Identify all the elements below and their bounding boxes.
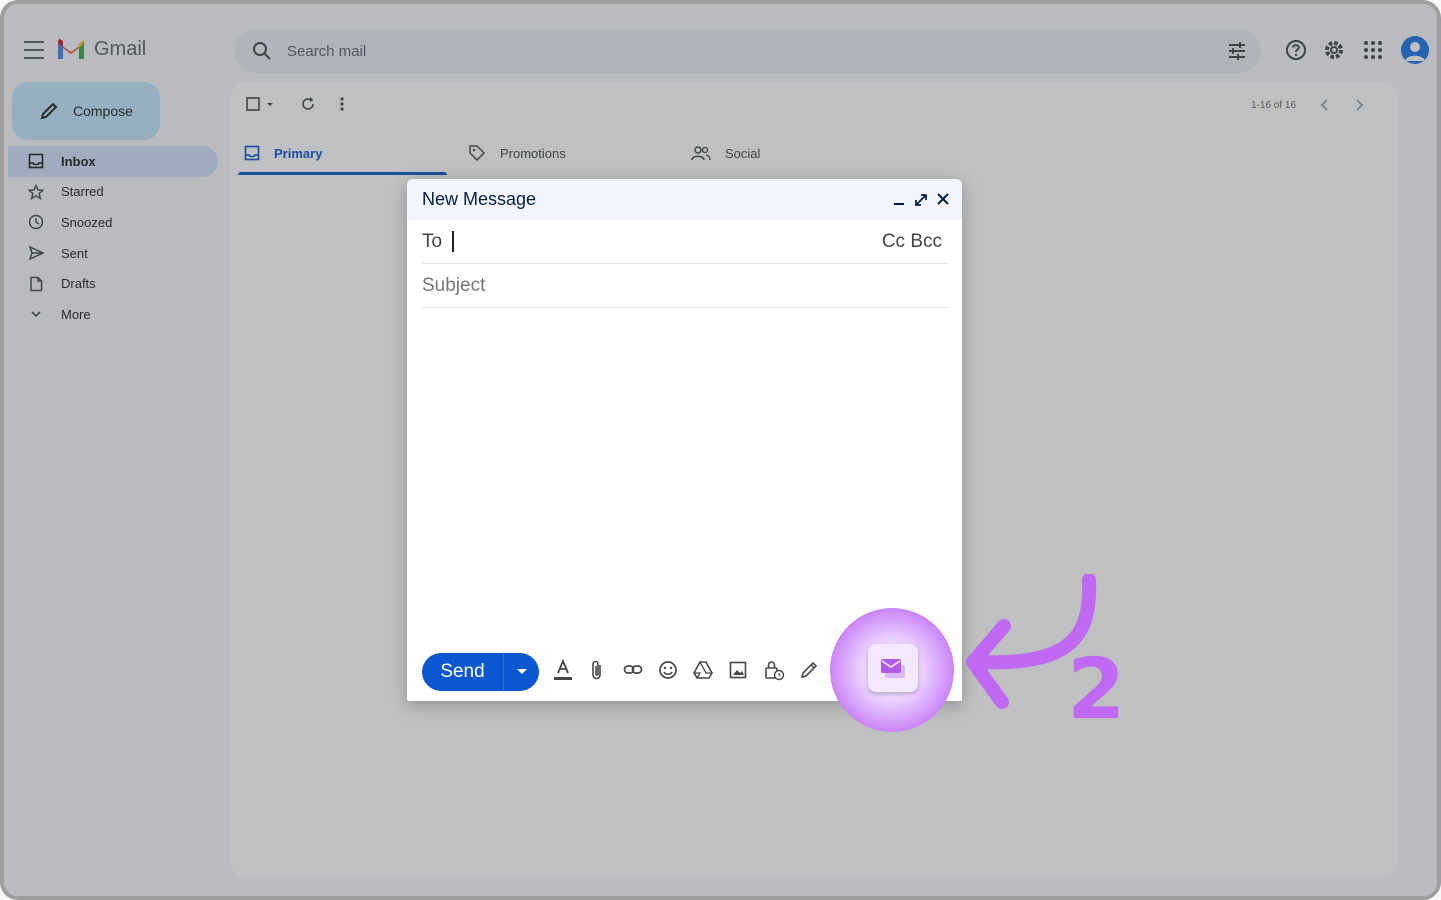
search-options-icon[interactable] [1227,41,1247,61]
chevron-down-icon [28,306,44,322]
sidebar-item-label: Drafts [61,276,96,292]
send-button[interactable]: Send [422,653,503,691]
gmail-logo[interactable]: Gmail [56,37,146,61]
confidential-mode-icon[interactable] [763,659,785,681]
tab-label: Promotions [500,145,566,161]
search-icon[interactable] [252,41,272,61]
star-icon [28,183,44,200]
envelope-stack-icon [881,659,905,678]
send-button-group: Send [422,653,539,691]
sidebar-item-label: Inbox [61,153,96,169]
to-label: To [422,230,443,252]
next-page-icon[interactable] [1352,98,1366,112]
inbox-icon [244,145,260,161]
help-icon[interactable] [1285,39,1307,61]
annotation-arrow-icon: 2 [966,574,1125,724]
compose-button[interactable]: Compose [12,82,160,140]
apps-grid-icon[interactable] [1362,39,1384,61]
active-tab-indicator [238,172,447,175]
cc-bcc-link[interactable]: Cc Bcc [882,231,942,253]
insert-link-icon[interactable] [623,659,643,681]
tab-label: Primary [274,145,323,161]
message-body[interactable] [422,309,948,639]
sidebar-item-starred[interactable]: Starred [8,177,218,208]
sidebar-nav: Inbox Starred Snoozed Sent Drafts More [8,146,218,330]
tab-promotions[interactable]: Promotions [468,132,566,174]
mail-extension-button[interactable] [868,644,918,692]
sidebar-item-label: Snoozed [61,214,113,230]
gmail-m-icon [58,38,84,59]
account-avatar[interactable] [1401,36,1429,64]
signature-pen-icon[interactable] [799,659,819,681]
text-cursor [452,231,455,252]
settings-gear-icon[interactable] [1323,39,1345,61]
user-icon [1405,42,1425,61]
sidebar-item-drafts[interactable]: Drafts [8,268,218,299]
pencil-icon [40,102,58,120]
close-icon[interactable] [936,190,950,208]
compose-header: New Message [407,179,962,220]
sidebar-item-label: More [61,306,91,322]
caret-down-icon [516,669,527,674]
select-all-checkbox-icon[interactable] [246,96,276,112]
app-name: Gmail [94,37,147,60]
tab-social[interactable]: Social [691,132,760,174]
attach-file-icon[interactable] [590,659,604,681]
app-window: Gmail Search mail Compose Inbox Starred … [0,0,1441,900]
tab-primary[interactable]: Primary [244,132,322,174]
sidebar-item-inbox[interactable]: Inbox [8,146,218,177]
expand-icon[interactable] [914,190,928,208]
pagination-count: 1-16 of 16 [1251,100,1297,111]
tag-icon [468,144,486,162]
sidebar-item-label: Starred [61,184,104,200]
compose-title: New Message [422,189,537,209]
minimize-icon[interactable] [892,190,906,208]
inbox-icon [28,153,44,169]
google-drive-icon[interactable] [693,659,713,681]
emoji-icon[interactable] [658,659,678,681]
sidebar-item-snoozed[interactable]: Snoozed [8,207,218,238]
sidebar-item-more[interactable]: More [8,299,218,330]
compose-label: Compose [73,103,133,119]
subject-field[interactable]: Subject [422,264,948,308]
draft-icon [28,276,44,292]
subject-placeholder: Subject [422,274,486,296]
refresh-icon[interactable] [300,96,316,112]
search-bar[interactable]: Search mail [234,29,1261,73]
schedule-send-dropdown[interactable] [503,653,539,691]
sidebar-item-sent[interactable]: Sent [8,238,218,269]
sidebar-item-label: Sent [61,245,88,261]
more-options-icon[interactable] [336,96,348,112]
clock-icon [28,214,44,230]
formatting-options-icon[interactable] [553,659,573,681]
annotation-step-number: 2 [1067,640,1125,724]
prev-page-icon[interactable] [1318,98,1332,112]
search-input[interactable]: Search mail [287,43,366,60]
send-icon [28,245,44,261]
tab-label: Social [725,145,761,161]
people-icon [691,145,711,161]
to-field[interactable]: To Cc Bcc [422,220,948,264]
main-menu-icon[interactable] [24,41,44,59]
insert-photo-icon[interactable] [729,659,747,681]
